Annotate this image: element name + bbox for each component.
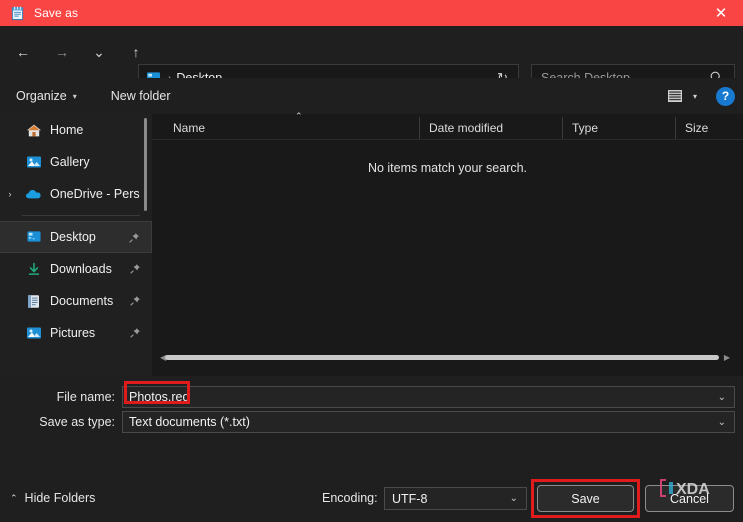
sidebar-item-downloads[interactable]: Downloads (0, 253, 152, 285)
up-icon[interactable]: ↑ (121, 37, 151, 67)
sidebar-item-label: Gallery (50, 155, 90, 169)
chevron-down-icon[interactable]: ⌄ (718, 412, 726, 432)
hide-folders-label: Hide Folders (24, 491, 96, 505)
new-folder-button[interactable]: New folder (104, 83, 178, 109)
sidebar-item-gallery[interactable]: Gallery (0, 146, 152, 178)
pin-icon[interactable] (129, 262, 141, 280)
column-header-date-modified[interactable]: Date modified (419, 117, 562, 139)
column-label: Name (173, 121, 206, 135)
sidebar-item-label: Desktop (50, 230, 96, 244)
save-as-type-label: Save as type: (39, 415, 115, 429)
sidebar-item-label: Home (50, 123, 84, 137)
recent-locations-icon[interactable]: ⌄ (84, 37, 114, 67)
toolbar-right-group: ▾ ? (664, 78, 735, 114)
save-button[interactable]: Save (537, 485, 634, 512)
column-header-type[interactable]: Type (562, 117, 675, 139)
sidebar-item-label: Documents (50, 294, 114, 308)
pin-icon[interactable] (129, 294, 141, 312)
sort-ascending-icon: ⌃ (295, 111, 303, 121)
chevron-down-icon[interactable]: ⌄ (718, 387, 726, 407)
file-name-value: Photos.reg (129, 390, 190, 404)
pin-icon[interactable] (128, 231, 140, 249)
command-toolbar: Organize ▾ New folder ▾ ? (0, 78, 743, 114)
navigation-bar: ← → ⌄ ↑ › Desktop ⌄ ↻ Search Desktop (0, 26, 743, 92)
organize-label: Organize (16, 89, 67, 103)
close-icon[interactable]: ✕ (699, 0, 743, 26)
column-label: Size (685, 121, 709, 135)
column-header-name[interactable]: Name ⌃ (152, 111, 419, 139)
documents-icon (25, 293, 42, 310)
chevron-down-icon[interactable]: ▾ (693, 92, 697, 101)
file-name-label: File name: (56, 390, 115, 404)
column-header-row: Name ⌃ Date modified Type Size (152, 111, 743, 140)
gallery-icon (25, 154, 42, 171)
sidebar-item-onedrive[interactable]: › OneDrive - Pers (0, 178, 152, 210)
list-view-icon[interactable] (664, 85, 686, 107)
scrollbar-thumb[interactable] (165, 355, 719, 360)
sidebar-item-desktop[interactable]: Desktop (0, 221, 152, 253)
back-icon[interactable]: ← (8, 37, 38, 67)
horizontal-scrollbar[interactable]: ◀ ▶ (160, 353, 730, 362)
sidebar-divider (22, 215, 140, 216)
desktop-icon (25, 229, 42, 246)
save-as-type-row: Save as type: Text documents (*.txt) ⌄ (0, 411, 735, 433)
encoding-value: UTF-8 (392, 491, 428, 506)
save-as-type-select[interactable]: Text documents (*.txt) ⌄ (122, 411, 735, 433)
svg-text:XDA: XDA (676, 481, 710, 498)
navigation-sidebar[interactable]: Home Gallery › OneDrive - Pers Desktop D… (0, 114, 152, 376)
home-icon (25, 122, 42, 139)
pin-icon[interactable] (129, 326, 141, 344)
save-form: File name: Photos.reg ⌄ Save as type: Te… (0, 376, 743, 470)
column-label: Date modified (429, 121, 504, 135)
title-bar: Save as ✕ (0, 0, 743, 26)
forward-icon[interactable]: → (47, 37, 77, 67)
window-title: Save as (34, 6, 79, 20)
file-name-input[interactable]: Photos.reg ⌄ (122, 386, 735, 408)
xda-watermark: XDA (656, 475, 728, 501)
sidebar-item-label: Downloads (50, 262, 112, 276)
pictures-icon (25, 325, 42, 342)
encoding-select[interactable]: UTF-8 ⌄ (384, 487, 527, 510)
downloads-icon (25, 261, 42, 278)
notepad-icon (9, 5, 25, 21)
sidebar-item-home[interactable]: Home (0, 114, 152, 146)
chevron-down-icon: ▾ (72, 91, 77, 101)
sidebar-item-label: OneDrive - Pers (50, 187, 140, 201)
organize-button[interactable]: Organize ▾ (9, 83, 84, 109)
file-name-row: File name: Photos.reg ⌄ (0, 386, 735, 408)
help-button[interactable]: ? (716, 86, 735, 106)
column-header-size[interactable]: Size (675, 117, 735, 139)
chevron-down-icon[interactable]: ⌄ (510, 488, 518, 509)
file-list-pane[interactable]: Name ⌃ Date modified Type Size No items … (152, 111, 743, 376)
sidebar-scrollbar[interactable] (144, 118, 147, 211)
column-label: Type (572, 121, 599, 135)
empty-list-message: No items match your search. (367, 161, 528, 175)
dialog-body: Home Gallery › OneDrive - Pers Desktop D… (0, 111, 743, 376)
onedrive-icon (25, 186, 42, 203)
hide-folders-button[interactable]: ⌃ Hide Folders (10, 491, 95, 505)
scroll-right-icon[interactable]: ▶ (724, 353, 730, 362)
sidebar-item-documents[interactable]: Documents (0, 285, 152, 317)
sidebar-item-pictures[interactable]: Pictures (0, 317, 152, 349)
save-as-dialog: Save as ✕ ← → ⌄ ↑ › Desktop ⌄ ↻ Search D… (0, 0, 743, 522)
save-as-type-value: Text documents (*.txt) (129, 415, 250, 429)
chevron-right-icon[interactable]: › (0, 189, 20, 199)
sidebar-item-label: Pictures (50, 326, 96, 340)
chevron-up-icon: ⌃ (10, 492, 18, 503)
encoding-label: Encoding: (322, 491, 378, 505)
